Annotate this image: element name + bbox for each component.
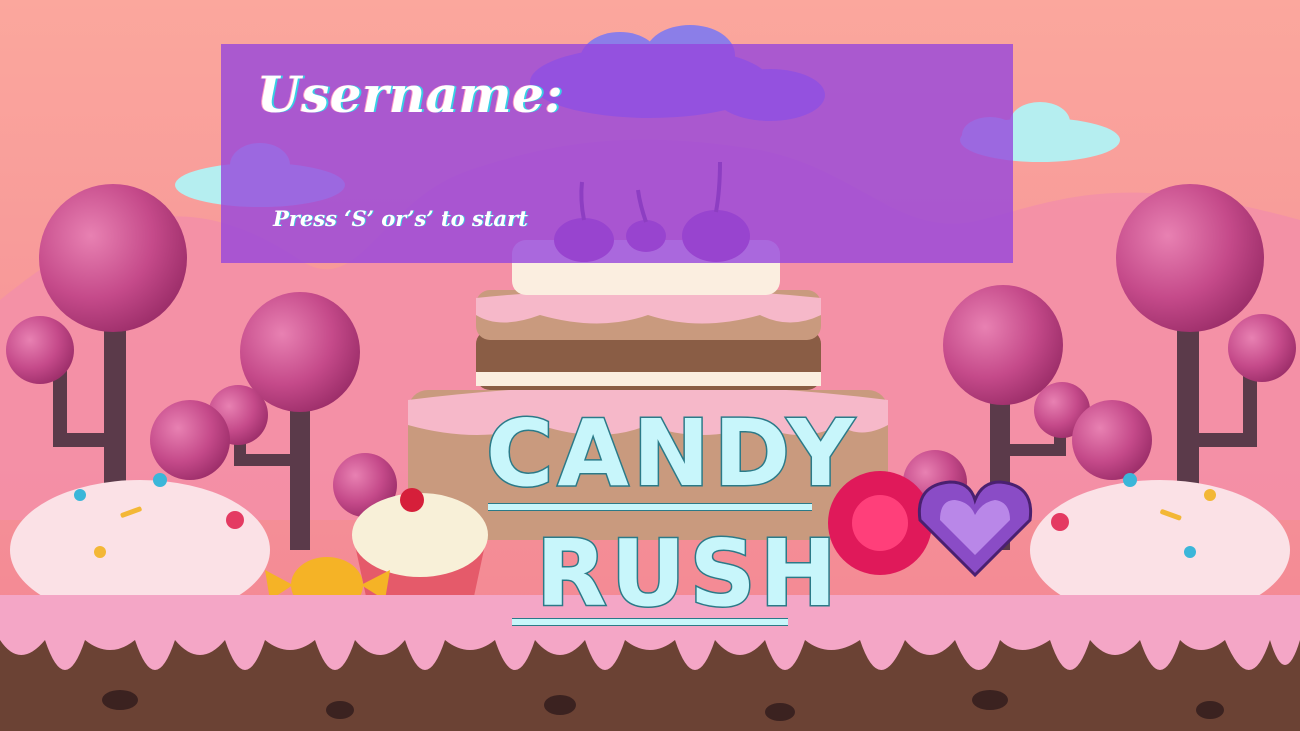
start-hint: Press ‘S’ or’s’ to start <box>273 206 528 231</box>
username-panel: Username: Press ‘S’ or’s’ to start <box>221 44 1013 263</box>
logo-line-candy: CANDY <box>484 400 859 507</box>
username-input[interactable] <box>569 84 979 130</box>
logo-line-rush: RUSH <box>535 520 841 627</box>
logo-underline <box>512 618 788 626</box>
logo-underline <box>488 503 812 511</box>
username-label: Username: <box>257 65 564 124</box>
